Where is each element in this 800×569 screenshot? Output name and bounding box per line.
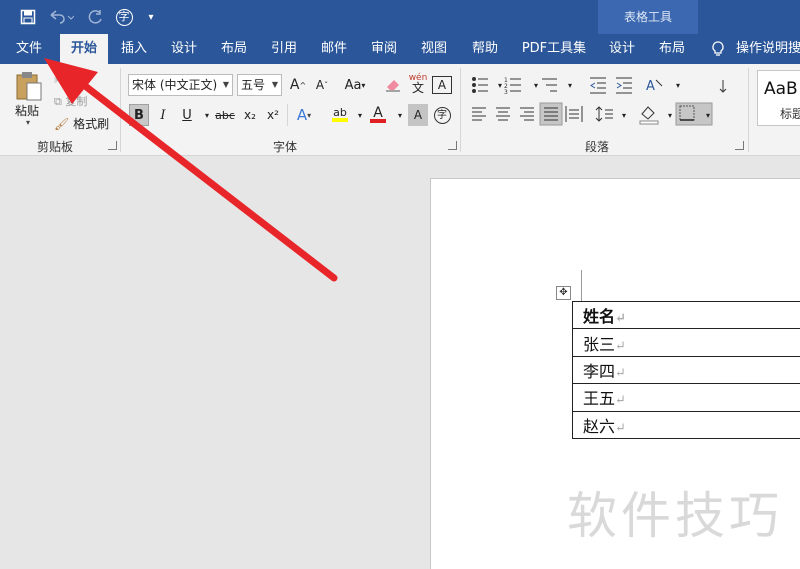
red-arrow-annotation [44, 58, 338, 282]
